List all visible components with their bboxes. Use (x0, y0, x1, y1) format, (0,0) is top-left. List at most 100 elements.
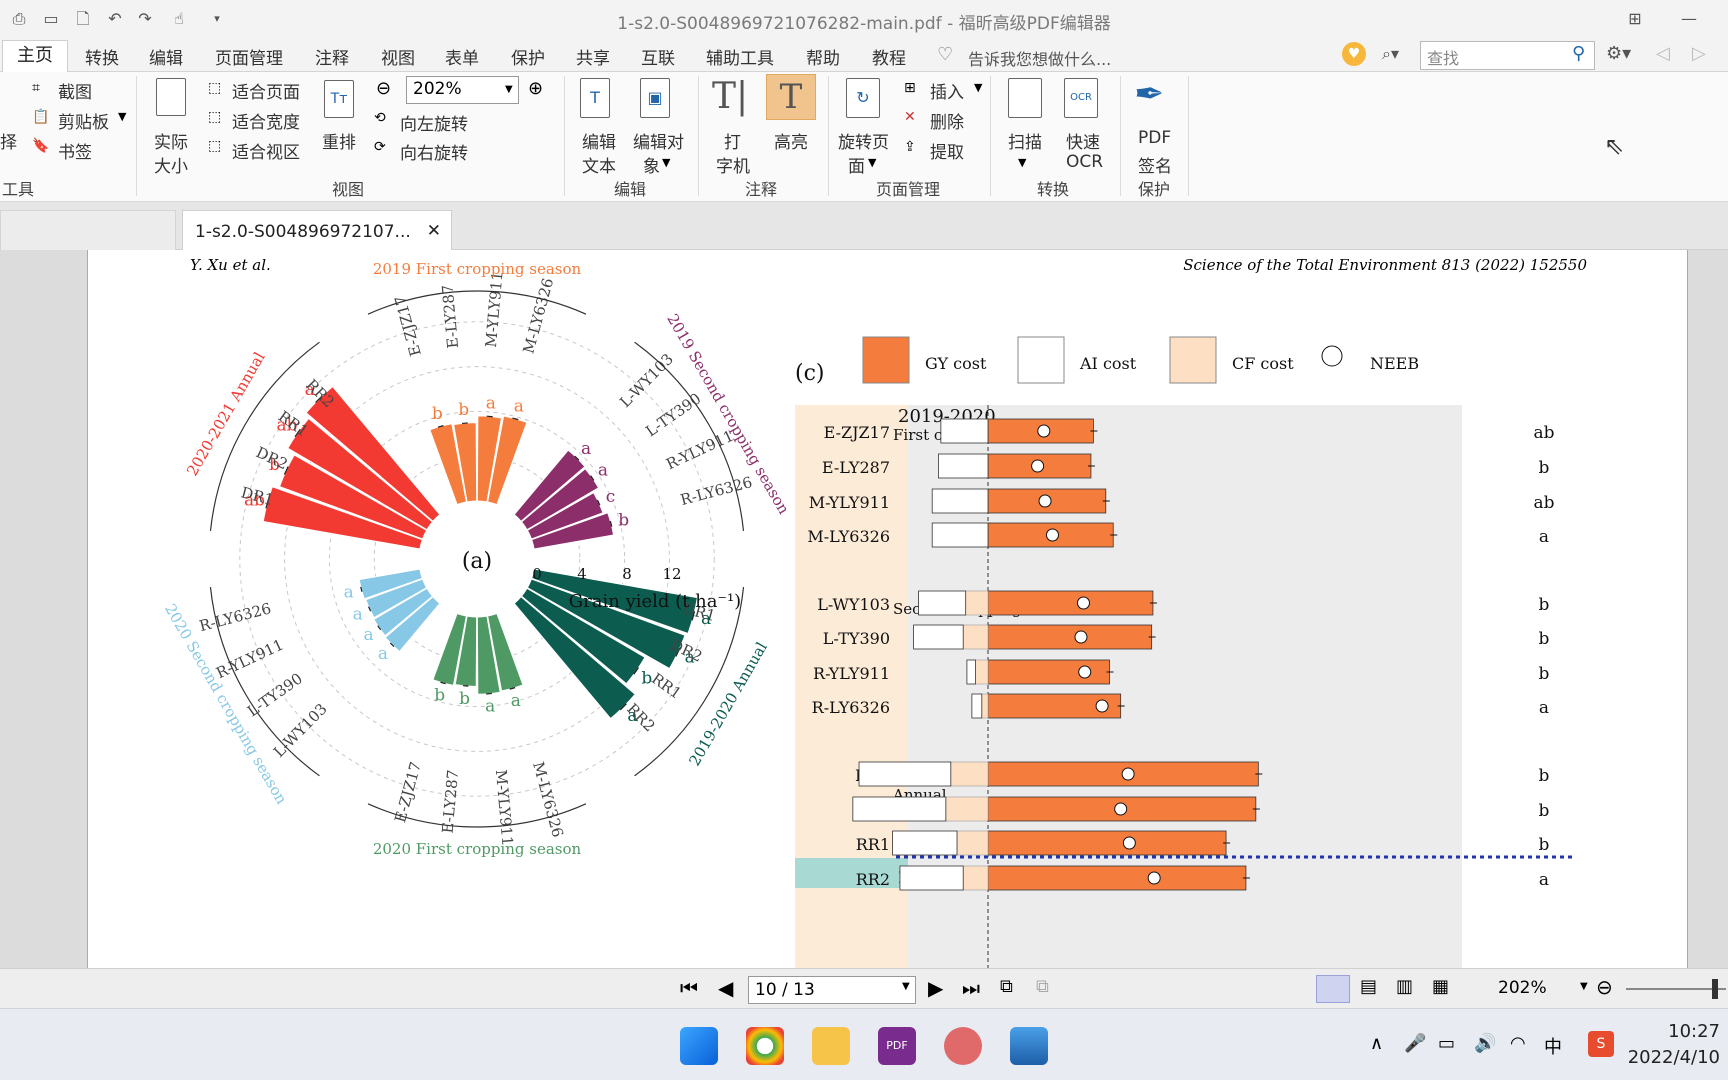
first-page-icon[interactable]: ⏮ (680, 976, 698, 1000)
chevron-down-icon[interactable]: ▼ (662, 156, 670, 169)
bookmark-button[interactable]: 书签 (58, 138, 92, 163)
settings-icon[interactable]: ⚙▾ (1606, 43, 1631, 64)
clipboard-button[interactable]: 剪贴板 (58, 108, 109, 133)
ocr-label-2[interactable]: OCR (1066, 152, 1103, 172)
reflow-button[interactable]: 重排 (322, 128, 356, 153)
highlight-button[interactable]: 高亮 (774, 128, 808, 153)
tab-connect[interactable]: 互联 (639, 44, 677, 69)
chevron-down-icon[interactable]: ▼ (974, 81, 982, 94)
chevron-down-icon[interactable]: ▼ (505, 84, 513, 95)
edit-text-label-1[interactable]: 编辑 (582, 128, 616, 153)
battery-icon[interactable]: ▭ (1438, 1033, 1455, 1054)
single-page-view-icon[interactable] (1316, 975, 1350, 1003)
select-tool-label[interactable]: 择 (0, 128, 17, 153)
forward-icon[interactable]: ▷ (1692, 43, 1706, 64)
zoom-slider[interactable] (1626, 988, 1726, 990)
page-number-input[interactable]: 10 / 13 (748, 976, 916, 1004)
edit-object-label-1[interactable]: 编辑对 (633, 128, 684, 153)
back-icon[interactable]: ◁ (1656, 43, 1670, 64)
document-tab[interactable]: 1-s2.0-S004896972107... ✕ (182, 210, 452, 250)
zoom-out-icon[interactable]: ⊖ (1596, 975, 1613, 999)
delete-button[interactable]: 删除 (930, 108, 964, 133)
continuous-view-icon[interactable]: ▤ (1360, 976, 1377, 997)
tab-convert[interactable]: 转换 (83, 44, 121, 69)
typewriter-label-2[interactable]: 字机 (716, 152, 750, 177)
actual-size-label-1[interactable]: 实际 (154, 128, 188, 153)
tab-edit[interactable]: 编辑 (147, 44, 185, 69)
rotate-left-button[interactable]: 向左旋转 (400, 110, 468, 135)
chevron-down-icon[interactable]: ▼ (118, 110, 126, 123)
zoom-out-icon[interactable]: ⊖ (376, 78, 391, 99)
two-page-view-icon[interactable]: ▥ (1396, 976, 1413, 997)
search-icon[interactable]: ⚲ (1572, 43, 1585, 64)
export-icon[interactable]: ⧉ (1000, 976, 1013, 997)
find-options-icon[interactable]: ⌕▾ (1382, 44, 1399, 64)
minimize-icon[interactable]: — (1678, 8, 1700, 30)
copy-icon[interactable]: ⧉ (1036, 976, 1049, 997)
ocr-label-1[interactable]: 快速 (1066, 128, 1100, 153)
insert-button[interactable]: 插入 (930, 78, 964, 103)
typewriter-label-1[interactable]: 打 (724, 128, 741, 153)
input-method-indicator[interactable]: 中 (1544, 1033, 1562, 1059)
clock-date[interactable]: 2022/4/10 (1628, 1047, 1720, 1068)
tab-view[interactable]: 视图 (379, 44, 417, 69)
volume-icon[interactable]: 🔊 (1474, 1033, 1496, 1054)
document-viewer[interactable]: Y. Xu et al. Science of the Total Enviro… (0, 250, 1728, 968)
microphone-icon[interactable]: 🎤 (1404, 1033, 1426, 1054)
file-explorer-icon[interactable] (812, 1027, 850, 1065)
pdf-editor-icon[interactable]: PDF (878, 1027, 916, 1065)
close-tab-icon[interactable]: ✕ (427, 221, 441, 241)
tab-page-management[interactable]: 页面管理 (213, 44, 285, 69)
window-title: 1-s2.0-S0048969721076282-main.pdf - 福昕高级… (617, 14, 1111, 34)
zoom-slider-handle[interactable] (1712, 979, 1718, 999)
two-page-continuous-icon[interactable]: ▦ (1432, 976, 1449, 997)
tab-comment[interactable]: 注释 (313, 44, 351, 69)
chevron-down-icon[interactable]: ▼ (1018, 156, 1026, 169)
sogou-icon[interactable]: S (1588, 1031, 1614, 1057)
fit-page-button[interactable]: 适合页面 (232, 78, 300, 103)
clock-time[interactable]: 10:27 (1668, 1021, 1720, 1042)
chrome-icon[interactable] (746, 1027, 784, 1065)
zoom-in-icon[interactable]: ⊕ (528, 78, 543, 99)
edit-text-label-2[interactable]: 文本 (582, 152, 616, 177)
zoom-value[interactable]: 202% (1498, 978, 1547, 998)
edit-object-label-2[interactable]: 象 (643, 152, 660, 177)
fit-visible-button[interactable]: 适合视区 (232, 138, 300, 163)
actual-size-label-2[interactable]: 大小 (154, 152, 188, 177)
rotate-right-button[interactable]: 向右旋转 (400, 139, 468, 164)
chevron-down-icon[interactable]: ▼ (868, 156, 876, 169)
separator (564, 76, 565, 196)
app-icon[interactable] (944, 1027, 982, 1065)
tab-share[interactable]: 共享 (574, 44, 612, 69)
sign-label-1[interactable]: PDF (1138, 128, 1171, 148)
tab-form[interactable]: 表单 (443, 44, 481, 69)
zoom-select[interactable]: 202% (406, 76, 519, 104)
sign-label-2[interactable]: 签名 (1138, 152, 1172, 177)
start-icon[interactable] (680, 1027, 718, 1065)
start-tab[interactable] (0, 210, 176, 250)
tell-me-input[interactable]: 告诉我您想做什么... (968, 46, 1111, 70)
chevron-down-icon[interactable]: ▼ (902, 981, 910, 992)
extract-button[interactable]: 提取 (930, 138, 964, 163)
photos-icon[interactable] (1010, 1027, 1048, 1065)
screenshot-button[interactable]: 截图 (58, 78, 92, 103)
search-input[interactable]: 查找 (1420, 41, 1595, 70)
chevron-up-icon[interactable]: ∧ (1370, 1033, 1383, 1054)
tab-accessibility[interactable]: 辅助工具 (704, 44, 776, 69)
wifi-icon[interactable]: ◠ (1510, 1033, 1526, 1054)
scan-button[interactable]: 扫描 (1008, 128, 1042, 153)
tab-protect[interactable]: 保护 (509, 44, 547, 69)
tab-tutorial[interactable]: 教程 (870, 44, 908, 69)
highlight-icon[interactable]: T (766, 74, 816, 120)
heart-icon[interactable]: ♥ (1342, 42, 1366, 66)
rotate-page-label-2[interactable]: 面 (848, 152, 865, 177)
layout-icon[interactable]: ⊞ (1624, 8, 1646, 30)
fit-width-button[interactable]: 适合宽度 (232, 108, 300, 133)
tab-help[interactable]: 帮助 (804, 44, 842, 69)
next-page-icon[interactable]: ▶ (928, 976, 943, 1000)
last-page-icon[interactable]: ⏭ (962, 976, 980, 1000)
previous-page-icon[interactable]: ◀ (718, 976, 733, 1000)
tab-home[interactable]: 主页 (2, 40, 68, 72)
chevron-down-icon[interactable]: ▼ (1580, 981, 1588, 992)
rotate-page-label-1[interactable]: 旋转页 (838, 128, 889, 153)
